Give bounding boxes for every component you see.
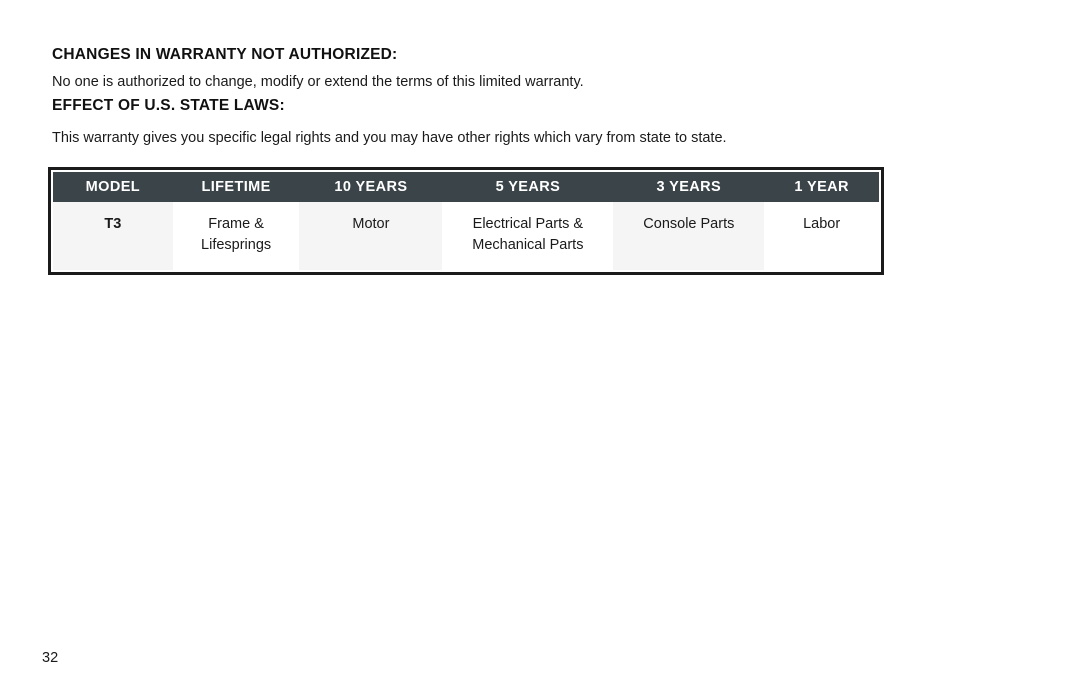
cell-model-text: T3 (104, 216, 122, 232)
document-page: CHANGES IN WARRANTY NOT AUTHORIZED: No o… (0, 0, 1080, 698)
warranty-coverage-table: MODEL LIFETIME 10 YEARS 5 YEARS 3 YEARS … (53, 172, 879, 270)
cell-5-years: Electrical Parts & Mechanical Parts (442, 202, 614, 270)
column-header-model: MODEL (53, 172, 173, 202)
column-header-lifetime: LIFETIME (172, 172, 300, 202)
warranty-table-container: MODEL LIFETIME 10 YEARS 5 YEARS 3 YEARS … (48, 167, 884, 275)
cell-1-year-text: Labor (803, 216, 841, 232)
cell-10-years-text: Motor (352, 216, 390, 232)
heading-effect-of-us-state-laws: EFFECT OF U.S. STATE LAWS: (52, 97, 285, 114)
column-header-1-year: 1 YEAR (764, 172, 879, 202)
cell-5-years-line-2: Mechanical Parts (472, 237, 584, 253)
cell-1-year: Labor (764, 202, 879, 270)
cell-lifetime: Frame & Lifesprings (172, 202, 300, 270)
table-row: T3 Frame & Lifesprings Motor Electrical … (53, 202, 879, 270)
cell-10-years: Motor (299, 202, 443, 270)
heading-changes-in-warranty-not-authorized: CHANGES IN WARRANTY NOT AUTHORIZED: (52, 46, 398, 63)
warranty-table-body: T3 Frame & Lifesprings Motor Electrical … (53, 202, 879, 270)
cell-model: T3 (53, 202, 173, 270)
column-header-3-years: 3 YEARS (613, 172, 765, 202)
cell-lifetime-line-2: Lifesprings (201, 237, 272, 253)
paragraph-effect-of-us-state-laws: This warranty gives you specific legal r… (52, 130, 727, 146)
page-number: 32 (42, 650, 59, 666)
paragraph-changes-in-warranty-not-authorized: No one is authorized to change, modify o… (52, 74, 584, 90)
table-header-row: MODEL LIFETIME 10 YEARS 5 YEARS 3 YEARS … (53, 172, 879, 202)
column-header-5-years: 5 YEARS (442, 172, 614, 202)
cell-3-years-text: Console Parts (643, 216, 735, 232)
cell-3-years: Console Parts (613, 202, 765, 270)
cell-5-years-line-1: Electrical Parts & (472, 216, 584, 232)
column-header-10-years: 10 YEARS (299, 172, 443, 202)
warranty-table-header: MODEL LIFETIME 10 YEARS 5 YEARS 3 YEARS … (53, 172, 879, 202)
cell-lifetime-line-1: Frame & (208, 216, 264, 232)
